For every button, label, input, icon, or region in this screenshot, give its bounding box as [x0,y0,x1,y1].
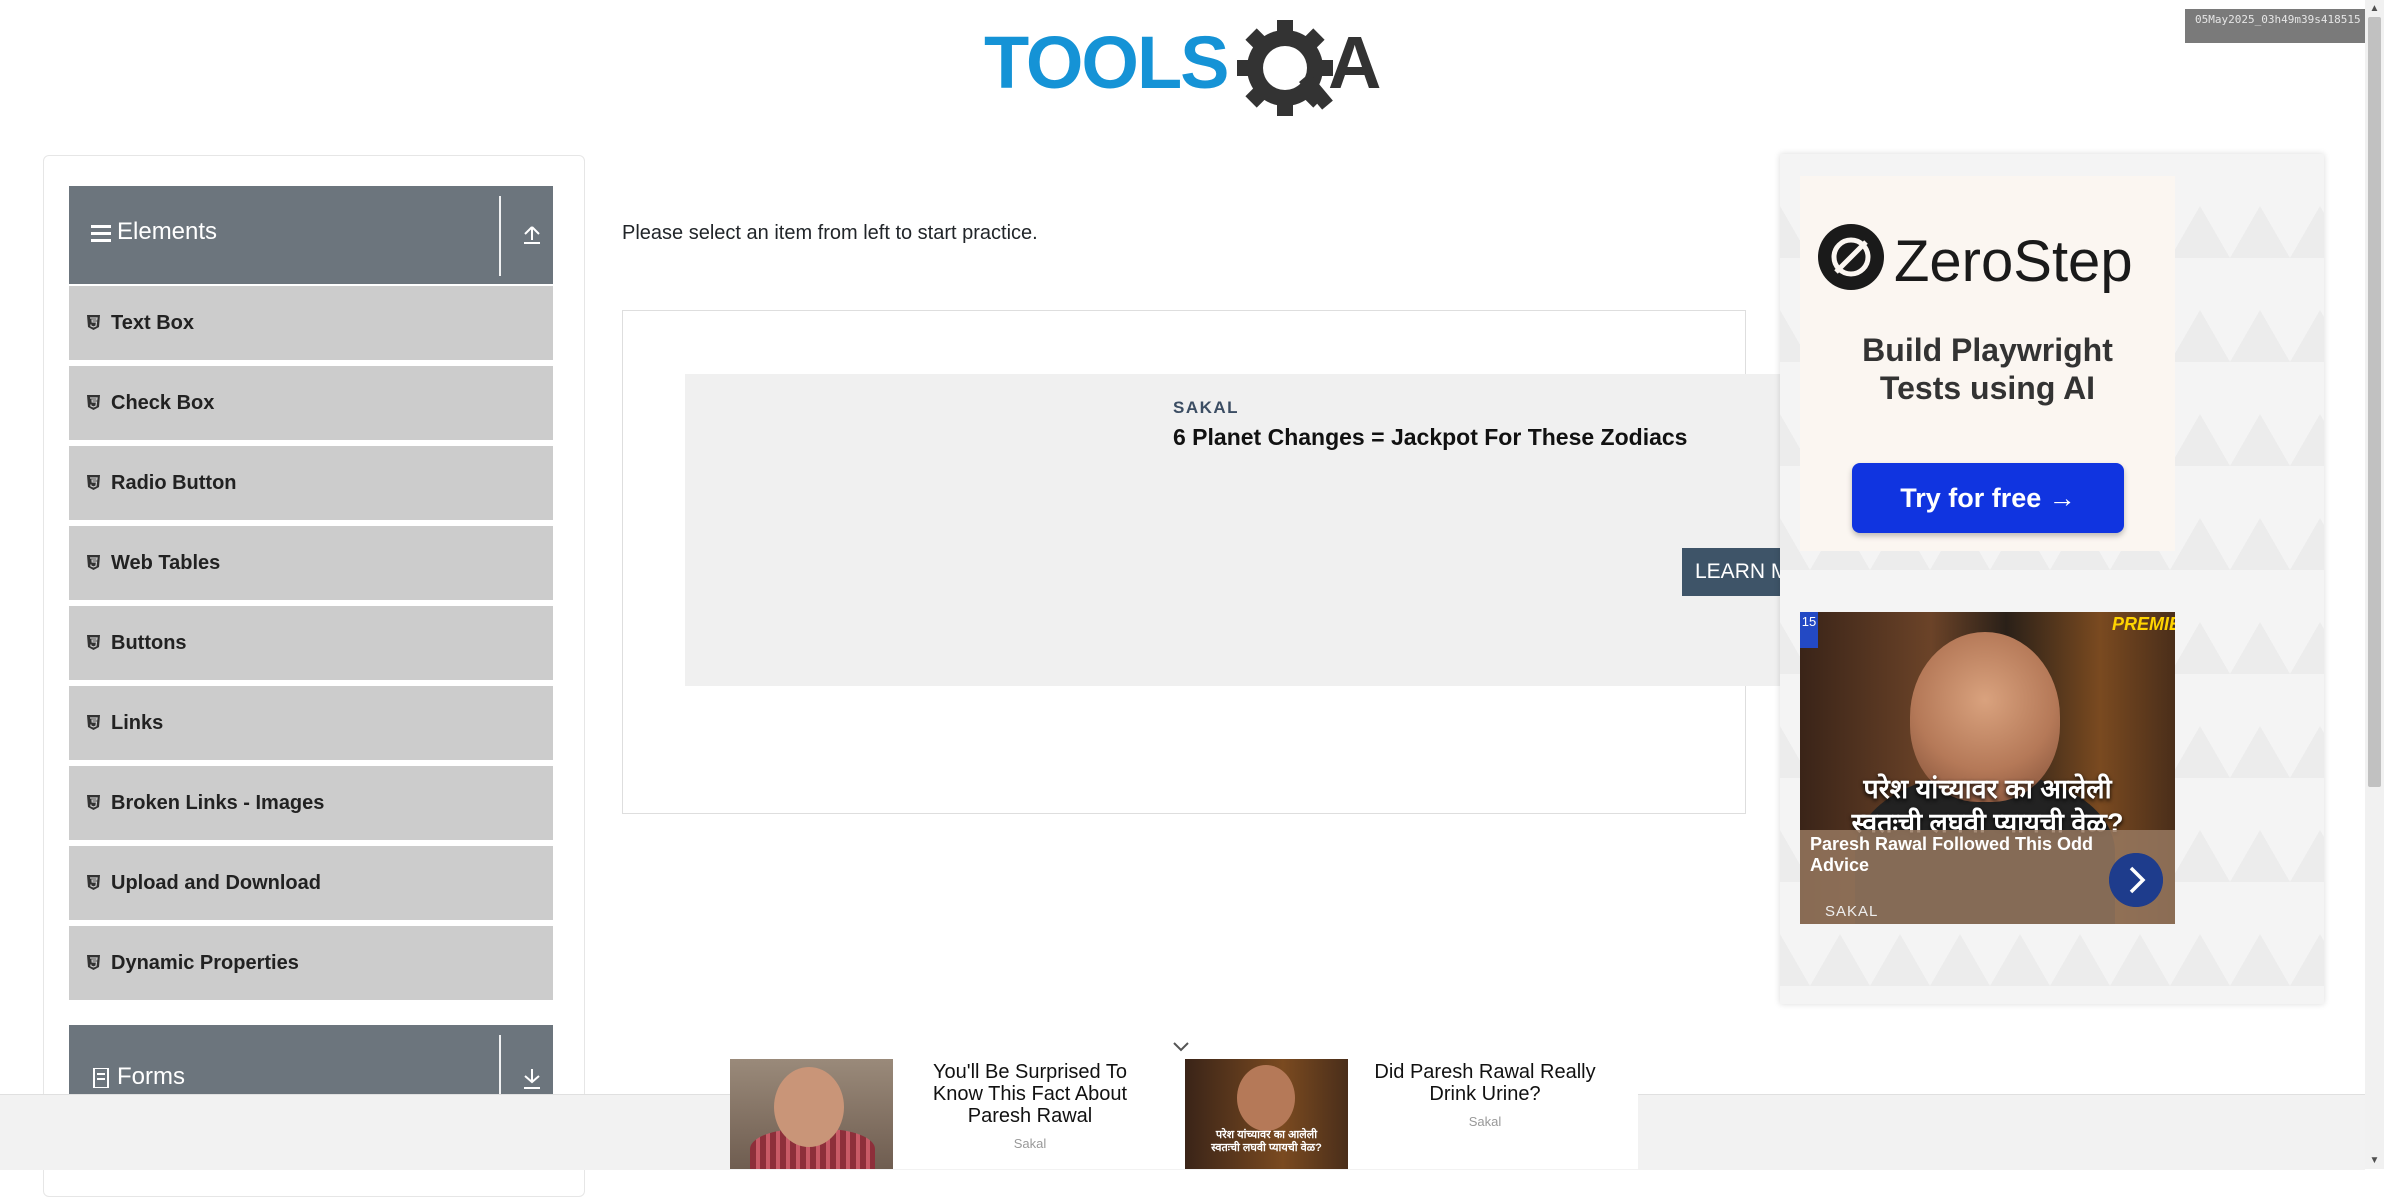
vertical-scrollbar[interactable]: ▲ ▼ [2365,0,2384,1169]
zerostep-brand: ZeroStep [1894,229,2133,294]
logo-text-tools: TOOLS [984,21,1228,104]
right-ad-panel[interactable]: ZeroStep Build Playwright Tests using AI… [1780,154,2324,1004]
scrollbar-thumb[interactable] [2368,17,2381,787]
html5-icon [87,795,100,810]
premier-badge: PREMIE [2112,614,2175,634]
tagline-line: Build Playwright [1862,332,2113,368]
thumb-marathi-line: स्वतःची लघवी प्यायची वेळ? [1211,1142,1322,1154]
intro-text: Please select an item from left to start… [622,222,1038,244]
photo-source: SAKAL [1825,903,1879,920]
sidebar-item-label: Radio Button [111,472,237,494]
sticky-ad-source: Sakal [1013,1136,1047,1151]
sidebar-item[interactable]: Check Box [69,366,553,443]
sidebar-item-label: Buttons [111,632,187,654]
sidebar-item[interactable]: Radio Button [69,446,553,523]
group-title: Forms [117,1063,185,1090]
logo-text-a: A [1328,21,1381,104]
sidebar-item[interactable]: Dynamic Properties [69,926,553,1003]
ad-headline[interactable]: 6 Planet Changes = Jackpot For These Zod… [1173,424,1687,451]
sidebar-item[interactable]: Web Tables [69,526,553,603]
html5-icon [87,635,100,650]
html5-icon [87,875,100,890]
marathi-line: परेश यांच्यावर का आलेली [1863,774,2112,804]
group-header-forms[interactable]: Forms [69,1025,553,1115]
document-icon [93,1068,109,1088]
ad-source: SAKAL [1173,398,1240,417]
title-line: Drink Urine? [1429,1083,1541,1105]
title-line: Know This Fact About [932,1083,1128,1105]
learn-more-button[interactable]: LEARN MORE [1682,548,1792,596]
thumb-face [1237,1065,1295,1131]
scroll-down-icon[interactable]: ▼ [2365,1152,2384,1169]
thumb-face [774,1067,844,1147]
photo-caption[interactable]: Paresh Rawal Followed This Odd Advice [1810,834,2100,876]
html5-icon [87,315,100,330]
sticky-ad-text[interactable]: You'll Be Surprised To Know This Fact Ab… [900,1061,1160,1155]
sidebar-item-label: Broken Links - Images [111,792,325,814]
zerostep-tagline: Build Playwright Tests using AI [1800,331,2175,407]
html5-icon [87,555,100,570]
toolsqa-logo[interactable]: TOOLS A [980,18,1390,118]
group-header-elements[interactable]: Elements [69,186,553,284]
html5-icon [87,395,100,410]
sidebar-item[interactable]: Text Box [69,286,553,363]
group-title: Elements [117,218,218,245]
channel-badge: 15 [1800,612,1818,648]
html5-icon [87,475,100,490]
chevron-down-icon[interactable] [521,1067,543,1091]
debug-timestamp: 05May2025_03h49m39s418515 [2185,9,2370,43]
collapse-chevron-icon[interactable] [1170,1039,1192,1055]
html5-icon [87,715,100,730]
native-ad[interactable]: SAKAL 6 Planet Changes = Jackpot For The… [685,374,1785,686]
title-line: Paresh Rawal [967,1105,1093,1127]
sidebar-item[interactable]: Broken Links - Images [69,766,553,843]
sidebar-item-label: Check Box [111,392,215,414]
sidebar-item[interactable]: Links [69,686,553,763]
thumb-marathi-line: परेश यांच्यावर का आलेली [1215,1129,1318,1141]
photo-ad[interactable]: 15 PREMIE परेश यांच्यावर का आलेली स्वतःच… [1800,612,2175,924]
gear-icon [1237,20,1333,116]
title-line: You'll Be Surprised To [933,1061,1127,1083]
try-for-free-button[interactable]: Try for free → [1852,463,2124,533]
title-line: Did Paresh Rawal Really [1374,1061,1596,1083]
divider [499,196,501,276]
sticky-ad-thumbnail[interactable] [730,1059,893,1169]
sticky-ad-thumbnail[interactable]: परेश यांच्यावर का आलेली स्वतःची लघवी प्य… [1185,1059,1348,1169]
sidebar-item-label: Links [111,712,164,734]
sticky-ad-source: Sakal [1468,1114,1502,1129]
sidebar-item-label: Text Box [111,312,194,334]
tagline-line: Tests using AI [1879,370,2096,406]
chevron-up-icon[interactable] [521,222,543,246]
sticky-ad[interactable]: You'll Be Surprised To Know This Fact Ab… [730,1042,1638,1169]
zerostep-logo-icon [1818,224,1884,290]
sidebar-item[interactable]: Buttons [69,606,553,683]
sidebar-item-label: Dynamic Properties [111,952,299,974]
scroll-up-icon[interactable]: ▲ [2365,0,2384,17]
sidebar-item[interactable]: Upload and Download [69,846,553,923]
menu-icon [91,225,111,242]
chevron-right-icon[interactable] [2109,853,2163,907]
sticky-ad-title: Did Paresh Rawal Really Drink Urine? [1355,1061,1615,1105]
zerostep-ad[interactable]: ZeroStep Build Playwright Tests using AI… [1800,176,2175,551]
thumb-marathi: परेश यांच्यावर का आलेली स्वतःची लघवी प्य… [1185,1129,1348,1155]
sticky-ad-title: You'll Be Surprised To Know This Fact Ab… [900,1061,1160,1127]
sidebar-item-label: Web Tables [111,552,221,574]
sidebar-item-label: Upload and Download [111,872,321,894]
sticky-ad-text[interactable]: Did Paresh Rawal Really Drink Urine? Sak… [1355,1061,1615,1133]
html5-icon [87,955,100,970]
